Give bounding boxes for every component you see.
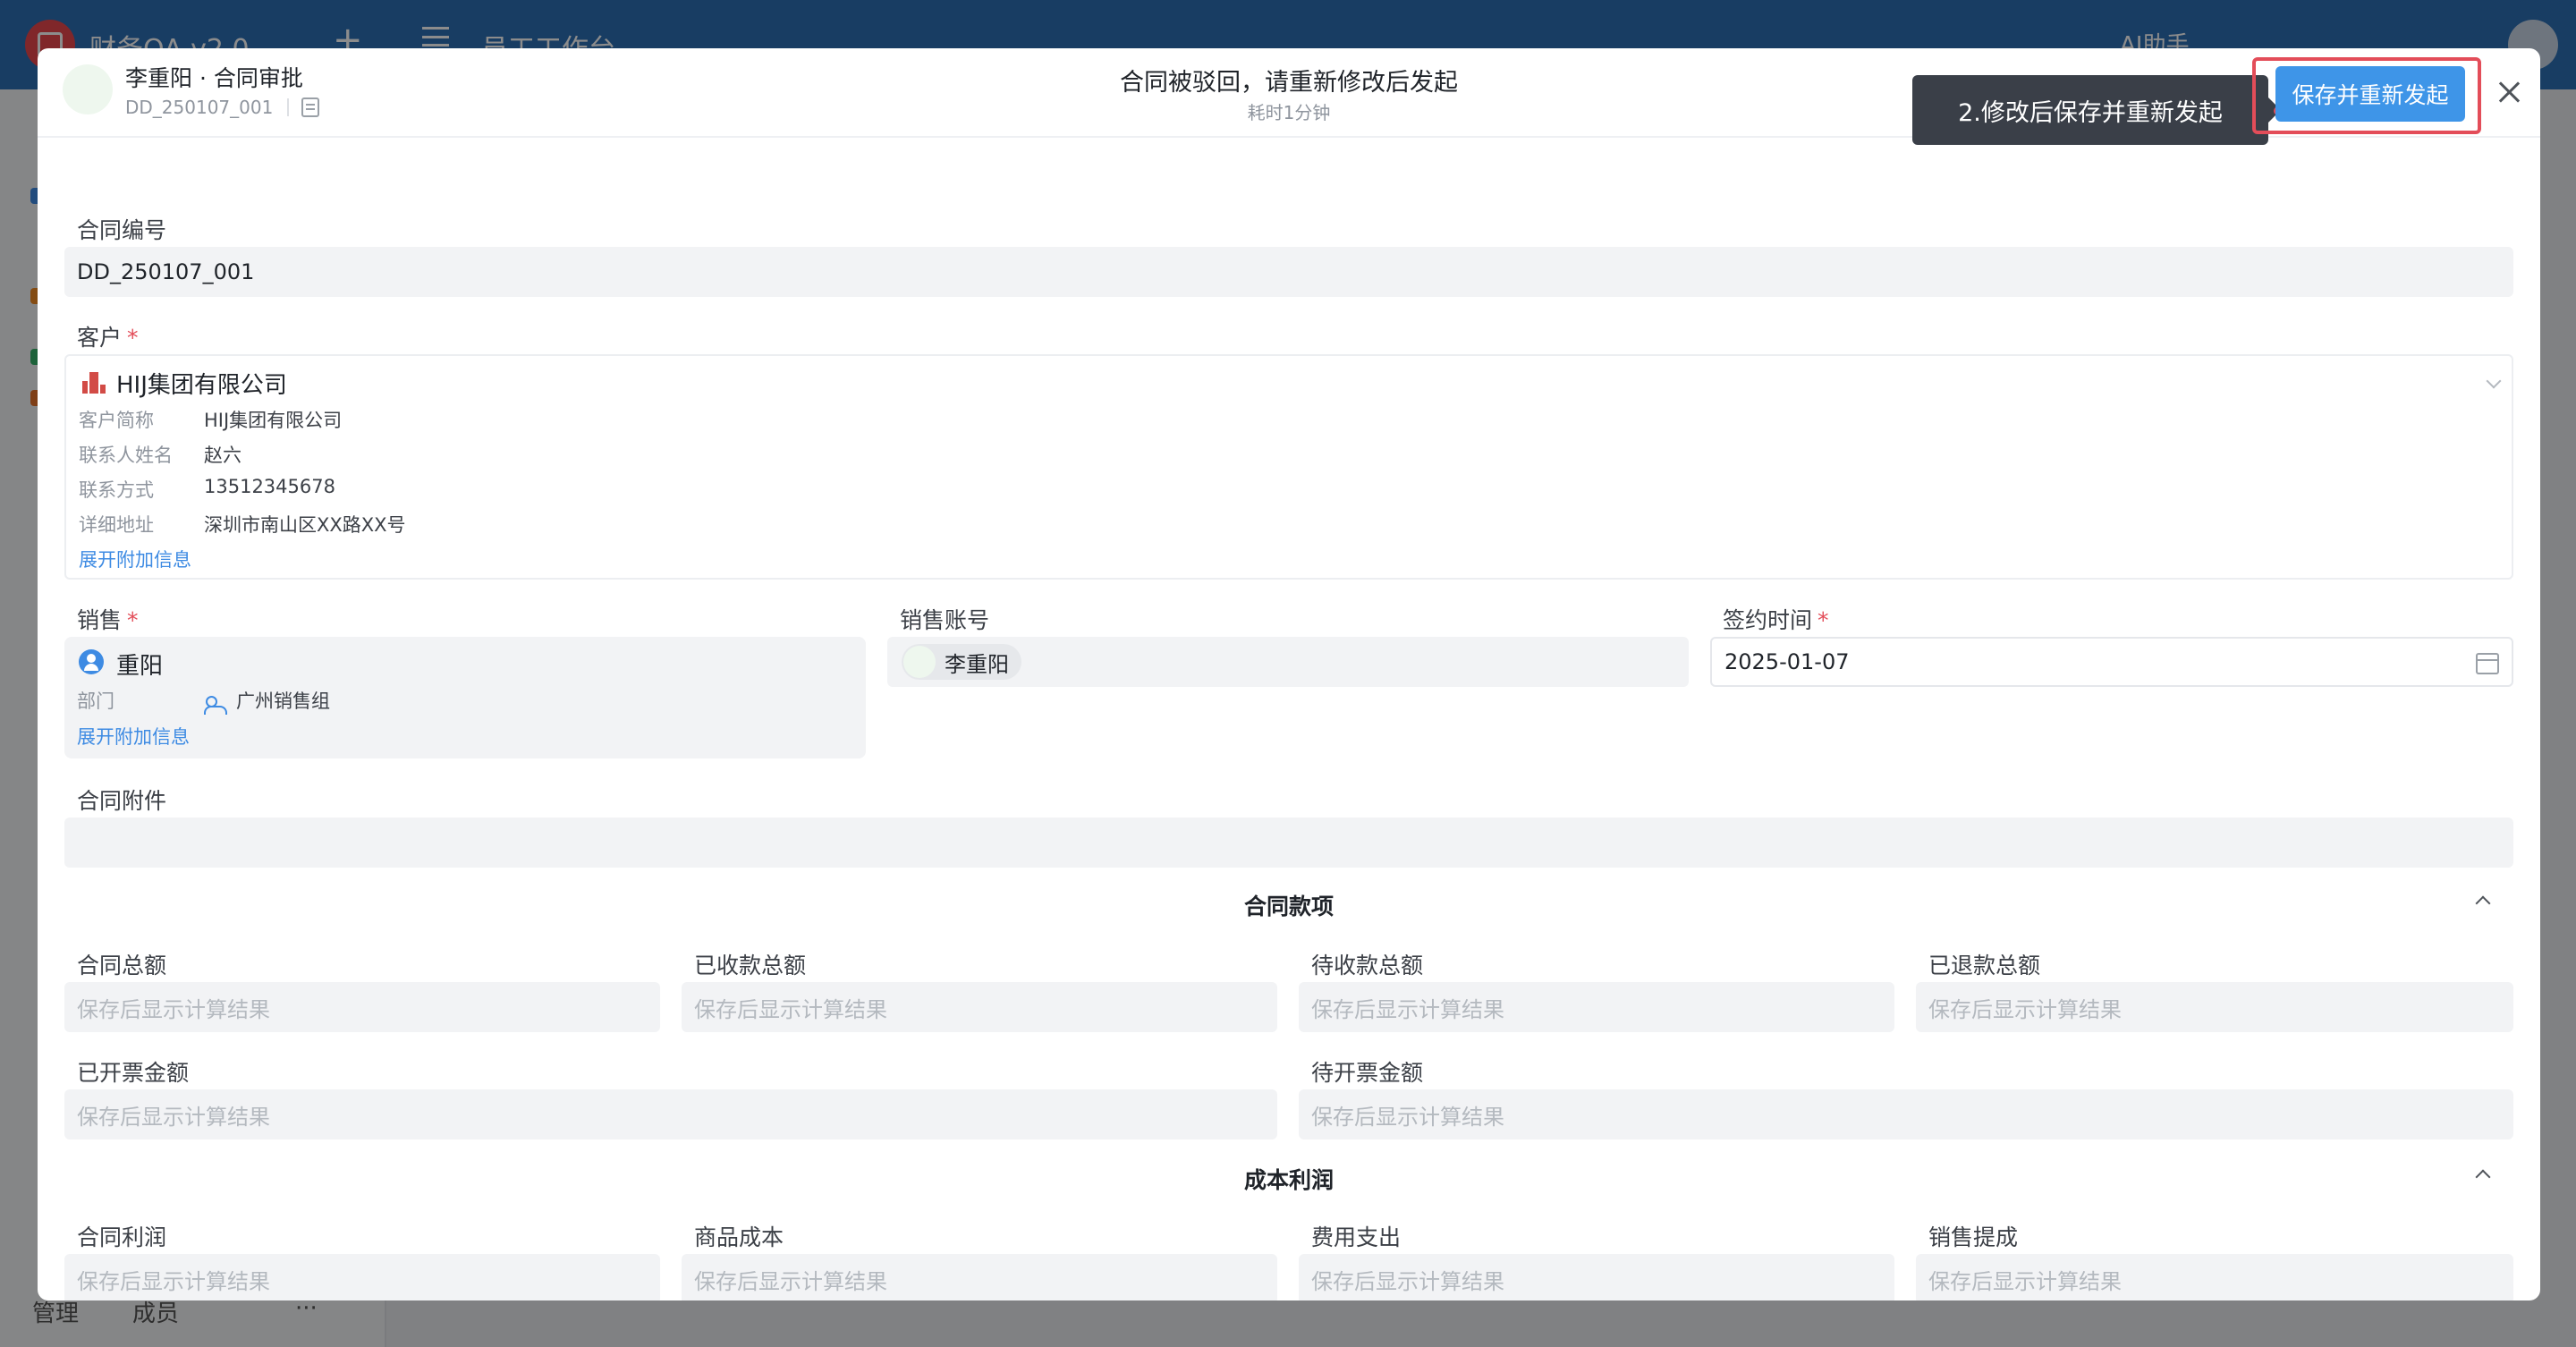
account-chip: 李重阳 (902, 644, 1021, 680)
customer-info-key: 客户简称 (79, 410, 154, 431)
dept-value: 广州销售组 (236, 690, 330, 712)
received-amount-field: 保存后显示计算结果 (682, 982, 1277, 1032)
account-name: 李重阳 (945, 651, 1009, 677)
avatar (903, 646, 936, 678)
section-title-profit: 成本利润 (1243, 1167, 1334, 1193)
customer-select[interactable]: HIJ集团有限公司 客户简称 HIJ集团有限公司 联系人姓名 赵六 联系方式 1… (64, 354, 2513, 580)
user-icon (79, 649, 104, 674)
field-label: 已收款总额 (694, 953, 807, 978)
customer-info-value: 13512345678 (204, 476, 335, 497)
save-and-resubmit-button[interactable]: 保存并重新发起 (2275, 66, 2465, 122)
contract-no-field: DD_250107_001 (64, 247, 2513, 297)
customer-info-key: 联系方式 (79, 479, 154, 501)
customer-name: HIJ集团有限公司 (116, 372, 287, 399)
modal-header: 李重阳 · 合同审批 DD_250107_001 合同被驳回，请重新修改后发起 … (38, 48, 2540, 145)
close-icon[interactable] (2492, 75, 2528, 111)
total-amount-field: 保存后显示计算结果 (64, 982, 660, 1032)
pending-amount-field: 保存后显示计算结果 (1299, 982, 1894, 1032)
attachment-label: 合同附件 (77, 788, 167, 814)
expand-customer-link[interactable]: 展开附加信息 (79, 546, 191, 572)
sign-date-picker[interactable]: 2025-01-07 (1710, 637, 2513, 687)
contract-no-label: 合同编号 (77, 217, 167, 243)
calendar-icon[interactable] (2476, 653, 2499, 674)
expense-field: 保存后显示计算结果 (1299, 1254, 1894, 1300)
field-label: 合同总额 (77, 953, 167, 978)
field-label: 费用支出 (1311, 1224, 1402, 1250)
sales-account-field: 李重阳 (887, 637, 1689, 687)
field-label: 已退款总额 (1928, 953, 2041, 978)
guide-tooltip: 2.修改后保存并重新发起 (1912, 75, 2281, 145)
refunded-amount-field: 保存后显示计算结果 (1916, 982, 2513, 1032)
contract-approval-modal: 李重阳 · 合同审批 DD_250107_001 合同被驳回，请重新修改后发起 … (38, 48, 2540, 1300)
expand-sales-link[interactable]: 展开附加信息 (77, 723, 190, 750)
customer-info-value: HIJ集团有限公司 (204, 410, 343, 431)
customer-info-key: 联系人姓名 (79, 445, 173, 466)
field-label: 待开票金额 (1311, 1060, 1424, 1086)
customer-info-value: 深圳市南山区XX路XX号 (204, 514, 406, 536)
attachment-field[interactable] (64, 818, 2513, 868)
pending-invoice-field: 保存后显示计算结果 (1299, 1089, 2513, 1139)
customer-info-key: 详细地址 (79, 514, 154, 536)
sales-account-label: 销售账号 (900, 607, 990, 633)
field-label: 合同利润 (77, 1224, 167, 1250)
field-label: 销售提成 (1928, 1224, 2019, 1250)
sign-date-label: 签约时间 * (1723, 607, 1829, 633)
field-label: 已开票金额 (77, 1060, 190, 1086)
section-title-payment: 合同款项 (1243, 894, 1334, 919)
chevron-down-icon[interactable] (2486, 373, 2502, 389)
sales-name: 重阳 (116, 653, 164, 680)
sales-field[interactable]: 重阳 部门 广州销售组 展开附加信息 (64, 637, 866, 758)
dept-key: 部门 (77, 690, 114, 712)
building-icon (82, 372, 106, 394)
commission-field: 保存后显示计算结果 (1916, 1254, 2513, 1300)
modal-body: 合同编号 DD_250107_001 客户 * HIJ集团有限公司 客户简称 HI… (38, 138, 2540, 1300)
customer-label: 客户 * (77, 325, 139, 351)
customer-info-value: 赵六 (204, 445, 242, 466)
sign-date-value: 2025-01-07 (1724, 649, 1850, 674)
field-label: 商品成本 (694, 1224, 784, 1250)
invoiced-amount-field: 保存后显示计算结果 (64, 1089, 1277, 1139)
profit-field: 保存后显示计算结果 (64, 1254, 660, 1300)
group-icon (204, 696, 227, 715)
sales-label: 销售 * (77, 607, 139, 633)
product-cost-field: 保存后显示计算结果 (682, 1254, 1277, 1300)
field-label: 待收款总额 (1311, 953, 1424, 978)
